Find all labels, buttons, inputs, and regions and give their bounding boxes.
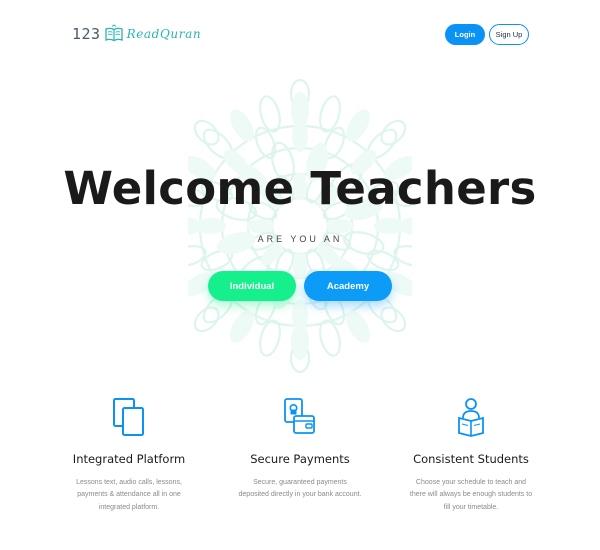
feature-secure-payments: Secure Payments Secure, guaranteed payme… bbox=[215, 396, 385, 502]
sign-up-button[interactable]: Sign Up bbox=[489, 24, 529, 45]
lock-wallet-icon bbox=[284, 398, 315, 434]
page-title: Welcome Teachers bbox=[63, 162, 537, 215]
mandala-background-ornament bbox=[188, 78, 412, 374]
feature-description: Choose your schedule to teach and there … bbox=[409, 479, 533, 511]
logo-number: 123 bbox=[72, 25, 101, 43]
feature-title: Integrated Platform bbox=[72, 452, 186, 466]
login-button[interactable]: Login bbox=[445, 24, 485, 45]
site-logo[interactable]: 123 ReadQuran bbox=[72, 24, 201, 44]
site-header: 123 ReadQuran Login Sign Up bbox=[0, 0, 600, 70]
feature-integrated-platform: Integrated Platform Lessons text, audio … bbox=[44, 396, 214, 514]
feature-title: Consistent Students bbox=[413, 452, 529, 466]
logo-name: ReadQuran bbox=[126, 27, 202, 41]
academy-button[interactable]: Academy bbox=[304, 271, 392, 301]
feature-consistent-students: Consistent Students Choose your schedule… bbox=[386, 396, 556, 514]
documents-icon bbox=[113, 398, 144, 436]
student-reading-icon bbox=[458, 398, 484, 437]
individual-button[interactable]: Individual bbox=[208, 271, 296, 301]
feature-description: Secure, guaranteed payments deposited di… bbox=[238, 479, 362, 499]
feature-description: Lessons text, audio calls, lessons, paym… bbox=[76, 479, 182, 511]
open-book-icon bbox=[104, 24, 123, 42]
hero-subtitle: ARE YOU AN bbox=[257, 234, 343, 244]
feature-title: Secure Payments bbox=[250, 452, 350, 466]
